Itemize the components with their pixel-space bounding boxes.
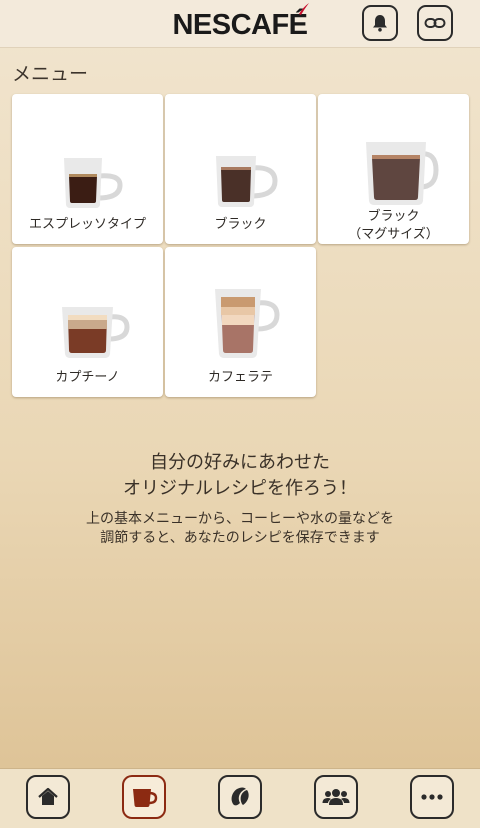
promo-headline-line: 自分の好みにあわせた [150, 452, 330, 473]
home-icon [38, 787, 58, 805]
promo-description-line: 上の基本メニューから、コーヒーや水の量などを [86, 511, 394, 527]
promo-description-line: 調節すると、あなたのレシピを保存できます [100, 530, 380, 546]
menu-item-espresso[interactable]: エスプレッソタイプ [12, 94, 163, 244]
tab-more[interactable] [410, 775, 454, 819]
notifications-button[interactable] [362, 5, 398, 41]
coffee-bean-icon [231, 787, 249, 806]
menu-item-black-mug[interactable]: ブラック （マグサイズ） [318, 94, 469, 244]
cup-icon [133, 789, 158, 807]
nescafe-logo: NESCAFÉ [0, 3, 480, 42]
menu-item-black[interactable]: ブラック [165, 94, 316, 244]
tab-coffee[interactable] [218, 775, 262, 819]
menu-item-label: カプチーノ [55, 370, 120, 385]
tab-menu[interactable] [122, 775, 166, 819]
link-button[interactable] [417, 5, 453, 41]
promo-headline-line: オリジナルレシピを作ろう！ [123, 478, 357, 499]
menu-item-label: ブラック [214, 217, 267, 232]
promo-headline: 自分の好みにあわせた オリジナルレシピを作ろう！ [0, 450, 480, 502]
menu-item-label: ブラック [367, 209, 420, 224]
link-icon [424, 18, 446, 28]
logo-text: NESCAFÉ [172, 9, 308, 41]
bottom-tab-bar [0, 768, 480, 828]
menu-item-cappuccino[interactable]: カプチーノ [12, 247, 163, 397]
promo-description: 上の基本メニューから、コーヒーや水の量などを 調節すると、あなたのレシピを保存で… [0, 510, 480, 548]
tab-home[interactable] [26, 775, 70, 819]
bell-icon [373, 15, 387, 32]
tab-community[interactable] [314, 775, 358, 819]
menu-item-sublabel: （マグサイズ） [348, 227, 439, 242]
menu-item-label: カフェラテ [207, 370, 273, 385]
more-icon [421, 794, 443, 800]
menu-item-label: エスプレッソタイプ [28, 217, 146, 232]
people-icon [322, 789, 350, 805]
app-header: NESCAFÉ [0, 0, 480, 48]
menu-item-latte[interactable]: カフェラテ [165, 247, 316, 397]
logo-swoosh-icon [298, 3, 309, 15]
menu-title: メニュー [12, 63, 89, 85]
